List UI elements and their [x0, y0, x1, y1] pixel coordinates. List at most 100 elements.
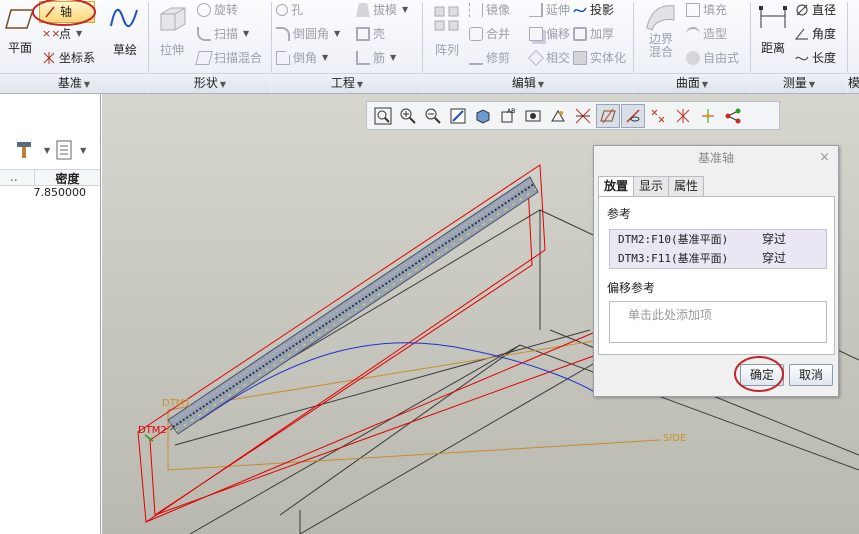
offset-button[interactable]: 偏移 — [529, 24, 570, 44]
hole-icon — [276, 4, 288, 16]
datum-plane-display-icon[interactable] — [596, 103, 620, 128]
intersect-button[interactable]: 相交 — [528, 48, 570, 68]
placement-panel: 参考 DTM2:F10(基准平面) 穿过 DTM3:F11(基准平面) 穿过 偏… — [598, 196, 835, 355]
round-button[interactable]: 倒圆角 ▼ — [276, 24, 340, 44]
references-list[interactable]: DTM2:F10(基准平面) 穿过 DTM3:F11(基准平面) 穿过 — [609, 229, 827, 269]
offset-references-field[interactable]: 单击此处添加项 — [609, 301, 827, 343]
revolve-button[interactable]: 旋转 — [197, 0, 238, 20]
project-icon — [573, 7, 587, 13]
tools-icon[interactable] — [14, 140, 36, 160]
distance-button[interactable]: 距离 — [755, 2, 791, 56]
column-dots[interactable]: .. — [0, 170, 34, 185]
shapes-group-label[interactable]: 形状 ▼ — [149, 73, 271, 93]
extrude-icon — [160, 7, 186, 31]
datum-group-arrow: ▼ — [83, 80, 91, 89]
offset-icon — [529, 27, 543, 41]
datum-group-label[interactable]: 基准 ▼ — [0, 73, 148, 93]
repaint-icon[interactable] — [446, 104, 470, 128]
references-label: 参考 — [607, 207, 632, 221]
display-style-icon[interactable] — [471, 104, 495, 128]
editing-group-label[interactable]: 编辑 ▼ — [423, 73, 633, 93]
boundary-blend-icon — [646, 5, 675, 31]
datum-axis-display-icon[interactable] — [621, 103, 645, 128]
csys-button[interactable]: 坐标系 — [42, 48, 95, 68]
diameter-icon — [796, 4, 808, 16]
dialog-titlebar[interactable]: 基准轴 × — [594, 146, 838, 170]
cancel-button[interactable]: 取消 — [789, 364, 833, 386]
angle-button[interactable]: 角度 — [795, 24, 836, 44]
measure-group-label[interactable]: 测量 ▼ — [751, 73, 847, 93]
list-item[interactable]: DTM3:F11(基准平面) 穿过 — [610, 249, 826, 268]
tab-display[interactable]: 显示 — [633, 176, 670, 196]
dtm1-label: DTM1 — [162, 398, 191, 409]
dialog-tabs: 放置 显示 属性 — [598, 176, 705, 197]
annotation-display-icon[interactable] — [571, 104, 595, 128]
close-icon[interactable]: × — [819, 146, 830, 170]
rib-icon — [356, 51, 370, 65]
editing-group: 阵列 镜像 合并 修剪 延伸 偏移 相交 投影 加厚 实体化 — [423, 0, 633, 73]
rib-button[interactable]: 筋 ▼ — [356, 48, 396, 68]
fill-button[interactable]: 填充 — [686, 0, 727, 20]
extend-button[interactable]: 延伸 — [529, 0, 570, 20]
csys-label: 坐标系 — [59, 51, 96, 65]
reference-name: DTM2:F10(基准平面) — [618, 233, 729, 246]
document-list-icon[interactable] — [56, 140, 72, 160]
trim-icon — [469, 51, 483, 65]
density-column-header[interactable]: 密度 — [34, 170, 100, 186]
surfaces-group-label[interactable]: 曲面 ▼ — [634, 73, 750, 93]
ribbon: 平面 轴 ×× 点 ▼ 坐标系 草绘 基准 ▼ 拉伸 旋转 扫描 ▼ 扫描混合 形状 ▼ — [0, 0, 859, 94]
hole-button[interactable]: 孔 — [276, 0, 303, 20]
extrude-button[interactable]: 拉伸 — [155, 4, 189, 58]
datum-axis-dialog: 基准轴 × 放置 显示 属性 参考 DTM2:F10(基准平面) 穿过 DTM3:… — [593, 145, 839, 397]
csys-display-icon[interactable] — [671, 104, 695, 128]
reference-constraint[interactable]: 穿过 — [762, 249, 786, 268]
zoom-out-icon[interactable] — [421, 104, 445, 128]
freestyle-button[interactable]: 自由式 — [686, 48, 739, 68]
thicken-button[interactable]: 加厚 — [573, 24, 614, 44]
view-manager-icon[interactable] — [521, 104, 545, 128]
angle-icon — [795, 28, 808, 40]
revolve-icon — [197, 3, 211, 17]
tab-placement[interactable]: 放置 — [598, 176, 635, 197]
tab-properties[interactable]: 属性 — [668, 176, 705, 196]
sketch-label: 草绘 — [112, 43, 137, 57]
merge-button[interactable]: 合并 — [469, 24, 510, 44]
trim-button[interactable]: 修剪 — [469, 48, 510, 68]
ok-highlight-annotation — [734, 356, 784, 392]
offset-references-label: 偏移参考 — [607, 281, 656, 295]
extra-group-label[interactable]: 模 — [848, 73, 859, 93]
sweep-icon — [197, 27, 211, 41]
tools-dropdown-arrow[interactable]: ▼ — [44, 146, 50, 155]
length-button[interactable]: 长度 — [795, 48, 836, 68]
reference-constraint[interactable]: 穿过 — [762, 230, 786, 249]
swept-blend-button[interactable]: 扫描混合 — [195, 48, 262, 68]
chamfer-button[interactable]: 倒角 ▼ — [276, 48, 328, 68]
node-display-icon[interactable] — [721, 104, 745, 128]
pattern-button[interactable]: 阵列 — [429, 4, 465, 58]
solidify-button[interactable]: 实体化 — [573, 48, 626, 68]
engineering-group-label[interactable]: 工程 ▼ — [272, 73, 422, 93]
distance-icon — [759, 6, 787, 28]
list-item[interactable]: DTM2:F10(基准平面) 穿过 — [610, 230, 826, 249]
spin-center-icon[interactable] — [696, 104, 720, 128]
shell-button[interactable]: 壳 — [356, 24, 385, 44]
perspective-icon[interactable] — [546, 104, 570, 128]
boundary-blend-button[interactable]: 边界 混合 — [638, 2, 684, 59]
style-button[interactable]: 造型 — [686, 24, 727, 44]
shell-icon — [356, 27, 370, 41]
project-button[interactable]: 投影 — [573, 0, 614, 20]
plane-label: 平面 — [7, 41, 32, 55]
sweep-button[interactable]: 扫描 ▼ — [197, 24, 249, 44]
zoom-in-icon[interactable] — [396, 104, 420, 128]
saved-orientations-icon[interactable]: AB — [496, 104, 520, 128]
refit-icon[interactable] — [371, 104, 395, 128]
mirror-button[interactable]: 镜像 — [469, 0, 510, 20]
draft-button[interactable]: 拔模 ▼ — [356, 0, 408, 20]
pattern-icon — [434, 6, 459, 31]
datum-point-display-icon[interactable] — [646, 104, 670, 128]
document-dropdown-arrow[interactable]: ▼ — [80, 146, 86, 155]
shapes-group: 拉伸 旋转 扫描 ▼ 扫描混合 — [149, 0, 271, 73]
draft-icon — [356, 3, 370, 17]
diameter-button[interactable]: 直径 — [795, 0, 836, 20]
surfaces-group: 边界 混合 填充 造型 自由式 — [634, 0, 750, 73]
